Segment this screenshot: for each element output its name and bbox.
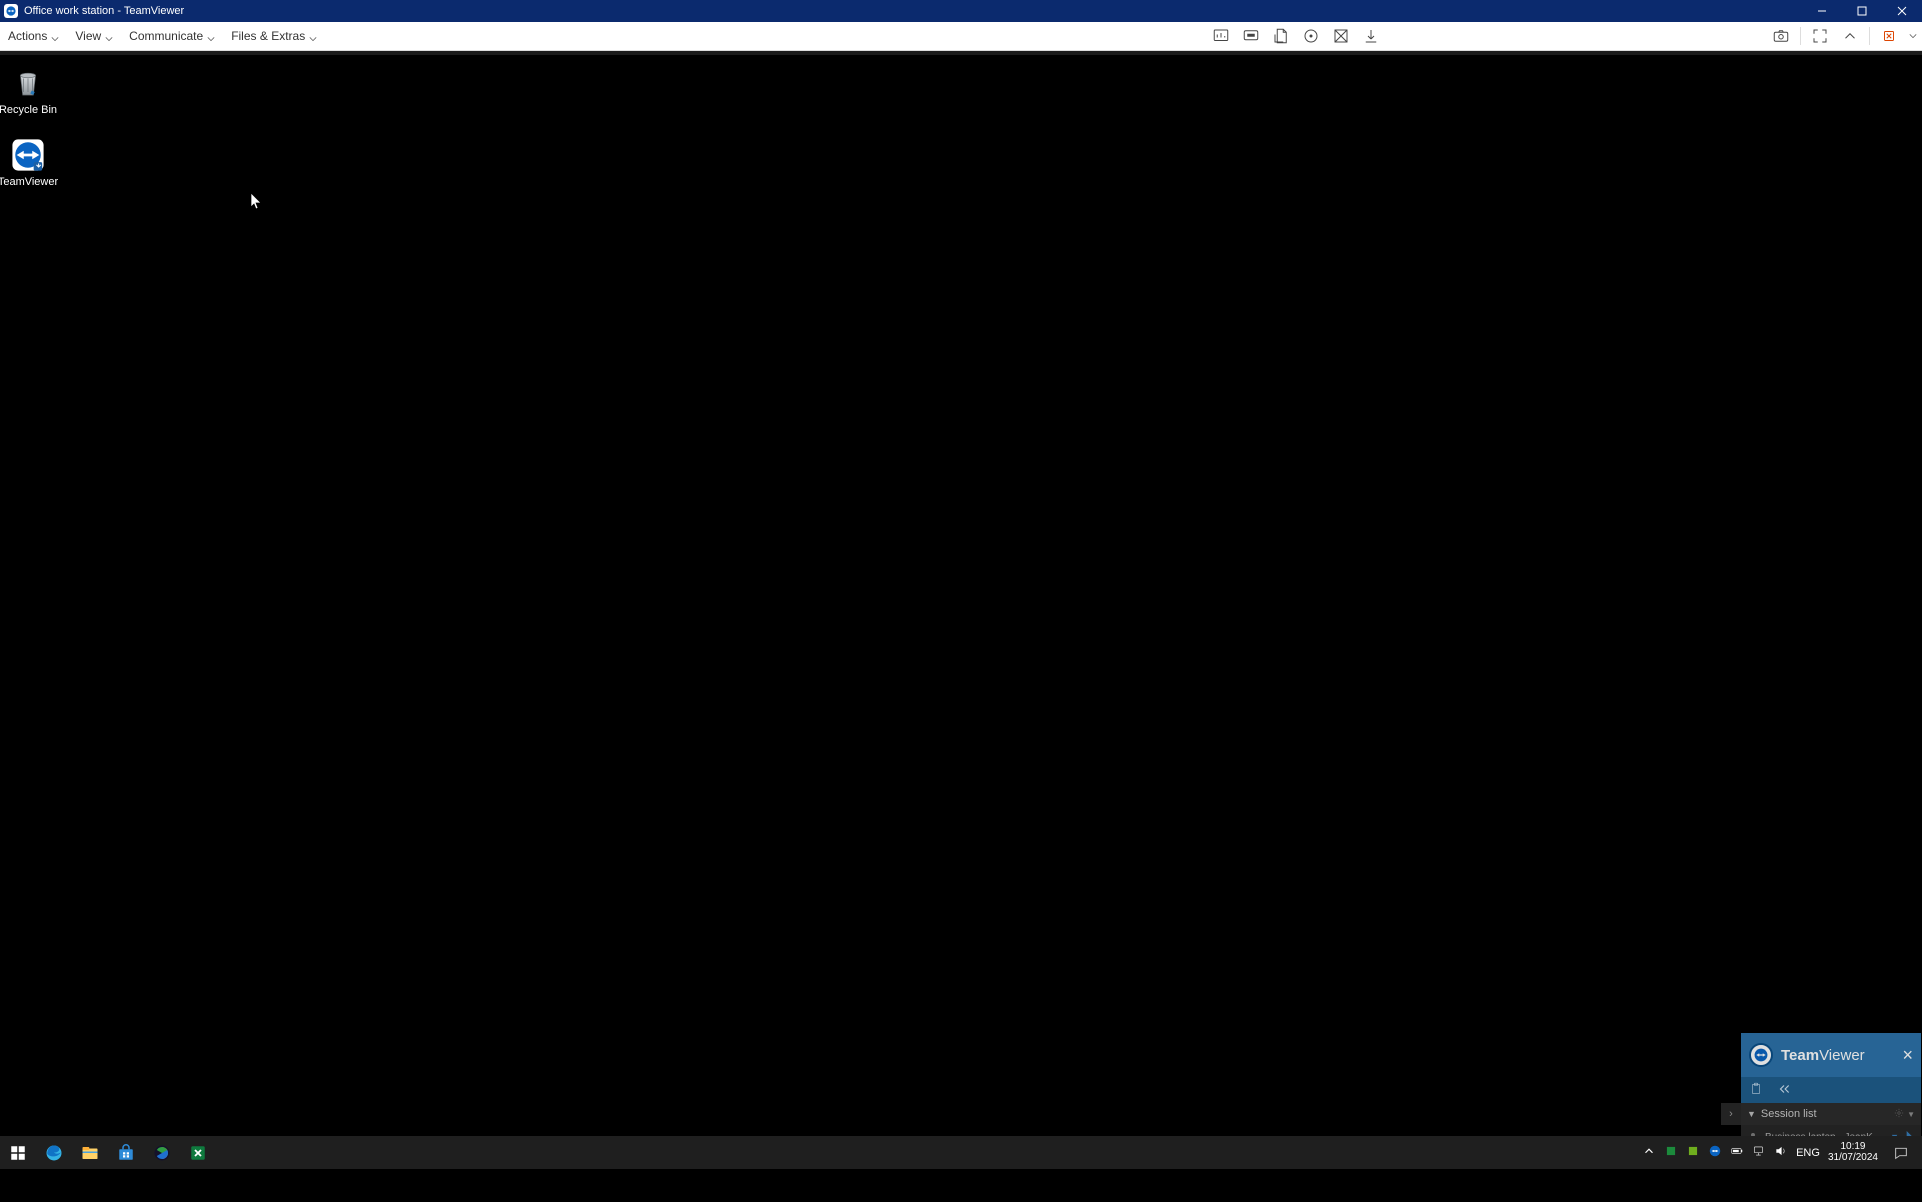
tray-nvidia-icon[interactable] — [1686, 1144, 1700, 1161]
dashboard-icon[interactable] — [1206, 22, 1236, 51]
chevron-down-icon — [105, 32, 113, 40]
taskbar-app-office[interactable] — [144, 1136, 180, 1169]
gear-icon[interactable] — [1894, 1108, 1904, 1121]
expand-right-icon[interactable]: › — [1721, 1103, 1741, 1125]
taskbar-app-store[interactable] — [108, 1136, 144, 1169]
chevron-down-icon — [207, 32, 215, 40]
tray-date: 31/07/2024 — [1828, 1153, 1878, 1164]
start-button[interactable] — [0, 1136, 36, 1169]
taskbar-app-excel[interactable] — [180, 1136, 216, 1169]
whiteboard-icon[interactable] — [1326, 22, 1356, 51]
toolbar: Actions View Communicate Files & Extras — [0, 22, 1922, 51]
menu-actions-label: Actions — [8, 29, 47, 43]
chevron-down-icon — [309, 32, 317, 40]
system-tray[interactable]: ENG 10:19 31/07/2024 — [1642, 1136, 1922, 1169]
close-icon[interactable]: × — [1902, 1046, 1913, 1064]
menu-files-extras[interactable]: Files & Extras — [231, 29, 317, 43]
triangle-down-icon: ▼ — [1747, 1109, 1756, 1119]
tv-panel-brand-light: Viewer — [1819, 1047, 1865, 1064]
tv-panel-brand: TeamViewer — [1781, 1047, 1865, 1064]
remote-desktop[interactable]: Recycle Bin TeamViewer — [0, 55, 1922, 1169]
tray-language-indicator[interactable]: ENG — [1796, 1147, 1820, 1159]
teamviewer-app-icon — [10, 137, 46, 173]
tv-session-list-title: Session list — [1761, 1108, 1817, 1120]
tv-panel-header[interactable]: TeamViewer × — [1741, 1033, 1921, 1077]
collapse-left-icon[interactable] — [1777, 1082, 1791, 1099]
menu-view[interactable]: View — [75, 29, 113, 43]
chevron-down-icon — [51, 32, 59, 40]
menu-communicate-label: Communicate — [129, 29, 203, 43]
remote-taskbar[interactable]: ENG 10:19 31/07/2024 — [0, 1136, 1922, 1169]
file-transfer-icon[interactable] — [1266, 22, 1296, 51]
action-center-icon[interactable] — [1886, 1136, 1916, 1169]
tray-security-icon[interactable] — [1664, 1144, 1678, 1161]
menu-files-extras-label: Files & Extras — [231, 29, 305, 43]
maximize-button[interactable] — [1842, 0, 1882, 22]
menu-actions[interactable]: Actions — [8, 29, 59, 43]
menu-communicate[interactable]: Communicate — [129, 29, 215, 43]
clipboard-icon[interactable] — [1749, 1082, 1763, 1099]
menu-view-label: View — [75, 29, 101, 43]
record-icon[interactable] — [1296, 22, 1326, 51]
end-session-icon[interactable] — [1874, 22, 1904, 51]
window-titlebar: Office work station - TeamViewer — [0, 0, 1922, 22]
tray-network-icon[interactable] — [1752, 1144, 1766, 1161]
desktop-icon-label: TeamViewer — [0, 176, 66, 188]
teamviewer-logo-icon — [1749, 1043, 1773, 1067]
tv-panel-action-strip — [1741, 1077, 1921, 1103]
minimize-toolbar-icon[interactable] — [1835, 22, 1865, 51]
teamviewer-logo-icon — [4, 4, 18, 18]
toolbar-divider — [1869, 27, 1870, 45]
tray-volume-icon[interactable] — [1774, 1144, 1788, 1161]
remote-desktop-viewport[interactable]: Recycle Bin TeamViewer — [0, 51, 1922, 1202]
mouse-cursor-icon — [251, 193, 263, 211]
end-session-chevron-icon[interactable] — [1904, 22, 1922, 51]
close-button[interactable] — [1882, 0, 1922, 22]
screenshot-icon[interactable] — [1766, 22, 1796, 51]
monitor-switch-icon[interactable] — [1236, 22, 1266, 51]
taskbar-app-edge[interactable] — [36, 1136, 72, 1169]
taskbar-app-file-explorer[interactable] — [72, 1136, 108, 1169]
tray-chevron-up-icon[interactable] — [1642, 1144, 1656, 1161]
tray-teamviewer-icon[interactable] — [1708, 1144, 1722, 1161]
recycle-bin-icon — [10, 65, 46, 101]
tv-panel-brand-bold: Team — [1781, 1047, 1819, 1064]
toolbar-divider — [1800, 27, 1801, 45]
desktop-icon-recycle-bin[interactable]: Recycle Bin — [0, 65, 66, 116]
chevron-down-icon[interactable]: ▼ — [1907, 1110, 1915, 1119]
download-icon[interactable] — [1356, 22, 1386, 51]
tray-battery-icon[interactable] — [1730, 1144, 1744, 1161]
desktop-icon-teamviewer[interactable]: TeamViewer — [0, 137, 66, 188]
desktop-icon-label: Recycle Bin — [0, 104, 66, 116]
minimize-button[interactable] — [1802, 0, 1842, 22]
tv-session-list-header[interactable]: › ▼ Session list ▼ — [1741, 1103, 1921, 1125]
tray-time: 10:19 — [1840, 1142, 1865, 1153]
fullscreen-icon[interactable] — [1805, 22, 1835, 51]
tray-clock[interactable]: 10:19 31/07/2024 — [1828, 1142, 1878, 1163]
window-title: Office work station - TeamViewer — [24, 5, 184, 17]
